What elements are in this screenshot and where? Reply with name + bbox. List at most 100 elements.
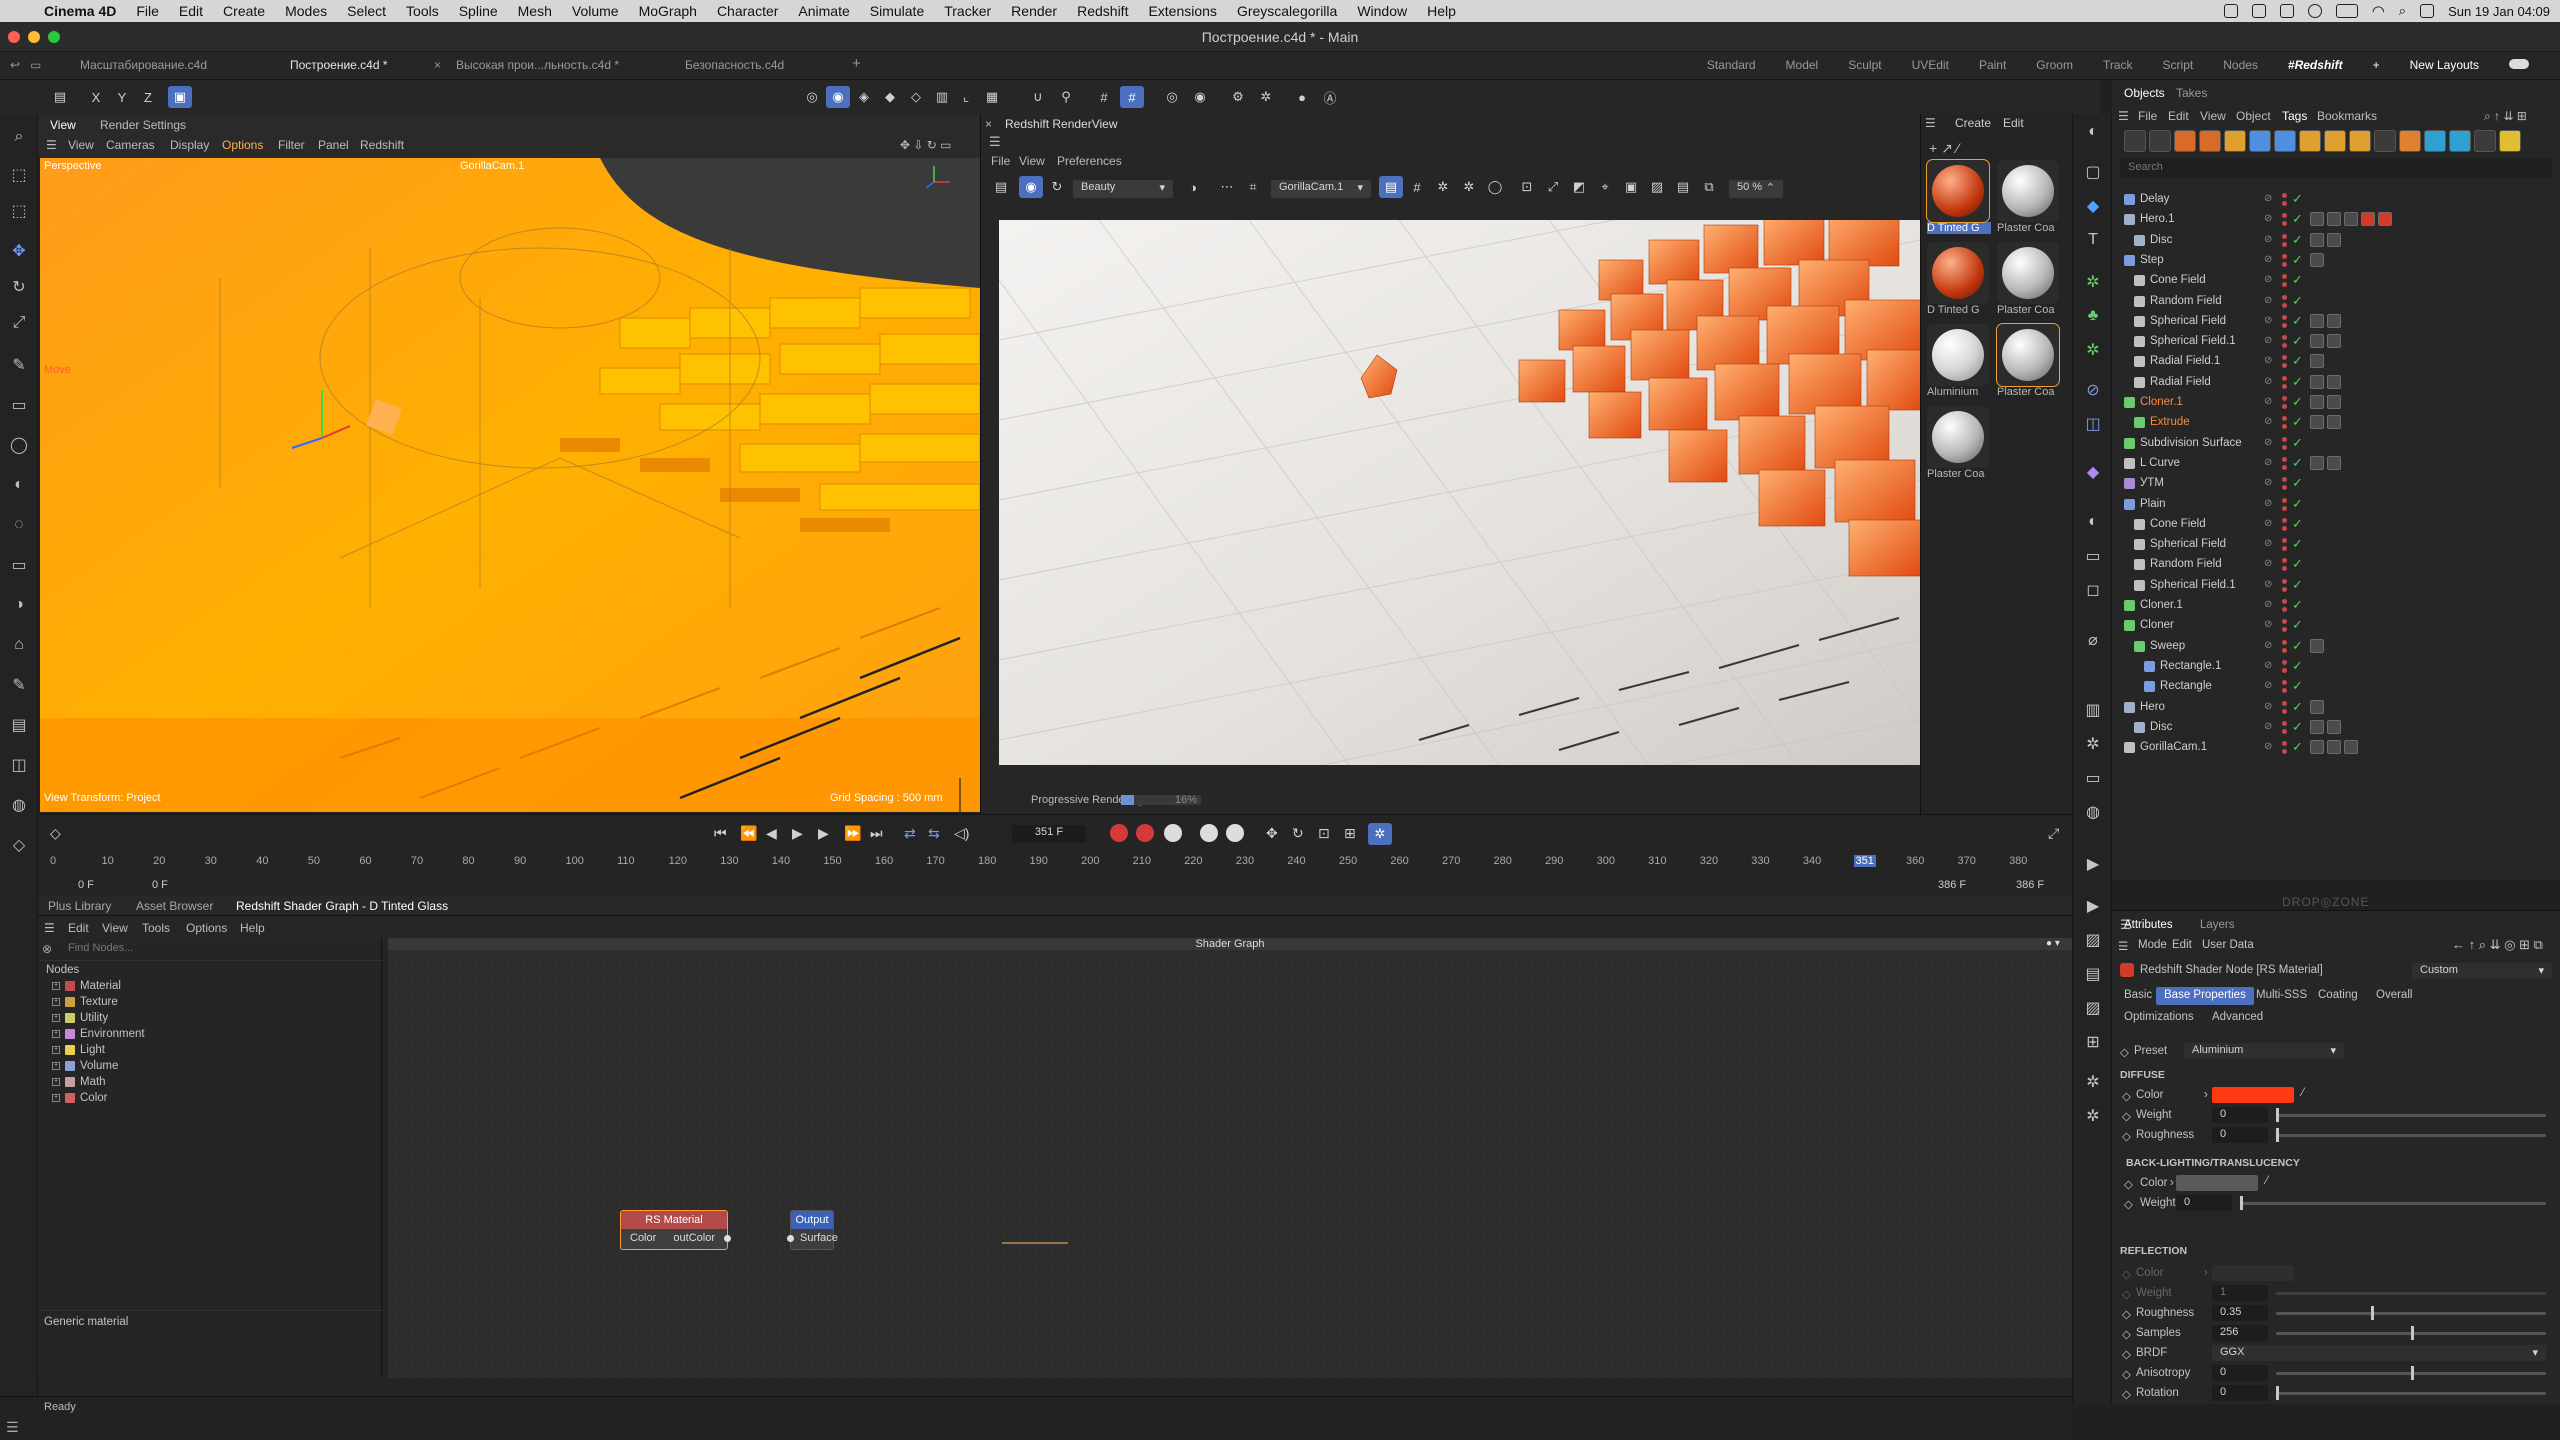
close-icon[interactable]: ⊗: [42, 942, 52, 956]
tag-icon[interactable]: [2327, 455, 2341, 470]
enabled-check-icon[interactable]: ✓: [2292, 577, 2303, 593]
viewport-camera-label[interactable]: GorillaCam.1: [460, 160, 524, 172]
render-settings-icon[interactable]: ⚙: [1226, 86, 1250, 108]
reflection-anisotropy-slider[interactable]: [2276, 1366, 2546, 1380]
diffuse-color-swatch[interactable]: [2212, 1087, 2294, 1103]
material-swatch[interactable]: Plaster Coa: [1927, 406, 1991, 484]
layer-icon[interactable]: ⊘: [2264, 518, 2272, 529]
filter-icon[interactable]: [2124, 130, 2146, 152]
image-icon[interactable]: ▨: [1645, 176, 1669, 198]
visibility-dots[interactable]: [2282, 700, 2288, 715]
object-row[interactable]: УТМ ⊘ ✓: [2112, 474, 2560, 494]
enabled-check-icon[interactable]: ✓: [2292, 353, 2303, 369]
search-icon[interactable]: ⌕ ↑ ⇊ ⊞: [2484, 109, 2527, 124]
new-layouts-button[interactable]: New Layouts: [2395, 58, 2494, 72]
tool-icon[interactable]: ◯: [8, 434, 30, 456]
tag-icon[interactable]: [2310, 415, 2324, 430]
layer-icon[interactable]: ⊘: [2264, 721, 2272, 732]
node-category[interactable]: + Light: [52, 1044, 105, 1056]
object-name[interactable]: Cloner.1: [2140, 396, 2183, 408]
tag-icon[interactable]: [2327, 415, 2341, 430]
current-frame-field[interactable]: 351 F: [1012, 825, 1086, 843]
tab-basic[interactable]: Basic: [2116, 987, 2160, 1005]
enabled-check-icon[interactable]: ✓: [2292, 658, 2303, 674]
eyedropper-icon[interactable]: ⁄: [2266, 1175, 2268, 1187]
tab-multi-sss[interactable]: Multi-SSS: [2248, 987, 2315, 1005]
tag-icon[interactable]: [2310, 719, 2324, 734]
brush-icon[interactable]: ⌀: [2081, 628, 2105, 652]
filter-icon[interactable]: [2499, 130, 2521, 152]
object-name[interactable]: Spherical Field: [2150, 538, 2226, 550]
tool-icon[interactable]: ✎: [8, 674, 30, 696]
layer-icon[interactable]: ⊘: [2264, 599, 2272, 610]
keyframe-icon[interactable]: ◇: [2122, 1129, 2131, 1143]
layout-tab[interactable]: Nodes: [2208, 58, 2273, 72]
coordinate-system-icon[interactable]: ▣: [168, 86, 192, 108]
om-menu-item[interactable]: Bookmarks: [2317, 109, 2377, 123]
deformer-icon[interactable]: ⊘: [2081, 378, 2105, 402]
cube-icon[interactable]: ▢: [2081, 160, 2105, 184]
object-row[interactable]: Disc ⊘ ✓: [2112, 718, 2560, 738]
backlight-color-swatch[interactable]: [2176, 1175, 2258, 1191]
new-tab-icon[interactable]: +: [852, 55, 861, 72]
menu-item[interactable]: Simulate: [860, 0, 934, 22]
object-row[interactable]: Delay ⊘ ✓: [2112, 190, 2560, 210]
expand-icon[interactable]: ⤢: [2048, 825, 2059, 842]
tab-advanced[interactable]: Advanced: [2204, 1009, 2271, 1027]
rotate-key-icon[interactable]: ↻: [1292, 825, 1304, 842]
menu-item[interactable]: Volume: [562, 0, 629, 22]
tool-icon[interactable]: ◑: [8, 594, 30, 616]
tag-icon[interactable]: [2327, 313, 2341, 328]
viewport-menu-item[interactable]: Options: [222, 138, 263, 152]
filter-icon[interactable]: [2149, 130, 2171, 152]
layer-icon[interactable]: ⊘: [2264, 477, 2272, 488]
viewport-menu-item[interactable]: View: [68, 138, 94, 152]
tag-icon[interactable]: [2310, 740, 2324, 755]
tab-view[interactable]: View: [50, 118, 76, 132]
backlight-weight-field[interactable]: 0: [2176, 1195, 2232, 1211]
visibility-dots[interactable]: [2282, 416, 2288, 430]
layer-icon[interactable]: ⊘: [2264, 274, 2272, 285]
tag-icon[interactable]: [2327, 232, 2341, 247]
tab-takes[interactable]: Takes: [2176, 86, 2207, 100]
visibility-dots[interactable]: [2282, 213, 2288, 227]
node-icon[interactable]: ⊞: [2081, 1030, 2105, 1054]
keyframe-icon[interactable]: ◇: [2122, 1109, 2131, 1123]
chevron-right-icon[interactable]: ›: [2204, 1089, 2208, 1101]
app-menu[interactable]: Cinema 4D: [34, 0, 126, 22]
visibility-dots[interactable]: [2282, 193, 2288, 207]
control-center-icon[interactable]: [2420, 4, 2435, 18]
om-menu-item[interactable]: View: [2200, 109, 2226, 123]
diffuse-roughness-slider[interactable]: [2276, 1128, 2546, 1142]
object-name[interactable]: Cone Field: [2150, 518, 2206, 530]
expand-icon[interactable]: +: [52, 982, 60, 990]
attr-menu-item[interactable]: User Data: [2202, 939, 2254, 951]
backlight-weight-slider[interactable]: [2240, 1196, 2546, 1210]
node-category[interactable]: + Environment: [52, 1028, 145, 1040]
layer-icon[interactable]: ⊘: [2264, 437, 2272, 448]
visibility-dots[interactable]: [2282, 680, 2288, 694]
visibility-dots[interactable]: [2282, 314, 2288, 329]
param-key-icon[interactable]: ⊞: [1344, 825, 1356, 842]
menu-item[interactable]: Window: [1347, 0, 1417, 22]
menu-item[interactable]: Greyscalegorilla: [1227, 0, 1347, 22]
enabled-check-icon[interactable]: ✓: [2292, 699, 2303, 715]
material-swatch[interactable]: Plaster Coa: [1997, 242, 2061, 320]
viewport-menu-item[interactable]: Display: [170, 138, 209, 152]
tab-plus-library[interactable]: Plus Library: [48, 899, 111, 913]
menu-item[interactable]: Character: [707, 0, 788, 22]
object-row[interactable]: Cone Field ⊘ ✓: [2112, 271, 2560, 291]
rv-menu-item[interactable]: File: [991, 154, 1010, 168]
object-name[interactable]: Extrude: [2150, 416, 2190, 428]
points-mode-icon[interactable]: ◈: [852, 86, 876, 108]
object-row[interactable]: Disc ⊘ ✓: [2112, 231, 2560, 251]
object-row[interactable]: Rectangle ⊘ ✓: [2112, 677, 2560, 697]
tag-icon[interactable]: [2310, 455, 2324, 470]
layout-tab-active[interactable]: #Redshift: [2273, 58, 2358, 72]
tag-icon[interactable]: [2310, 252, 2324, 267]
enabled-check-icon[interactable]: ✓: [2292, 414, 2303, 430]
object-name[interactable]: Random Field: [2150, 295, 2222, 307]
visibility-dots[interactable]: [2282, 436, 2288, 451]
om-menu-item[interactable]: Object: [2236, 109, 2271, 123]
enabled-check-icon[interactable]: ✓: [2292, 475, 2303, 491]
